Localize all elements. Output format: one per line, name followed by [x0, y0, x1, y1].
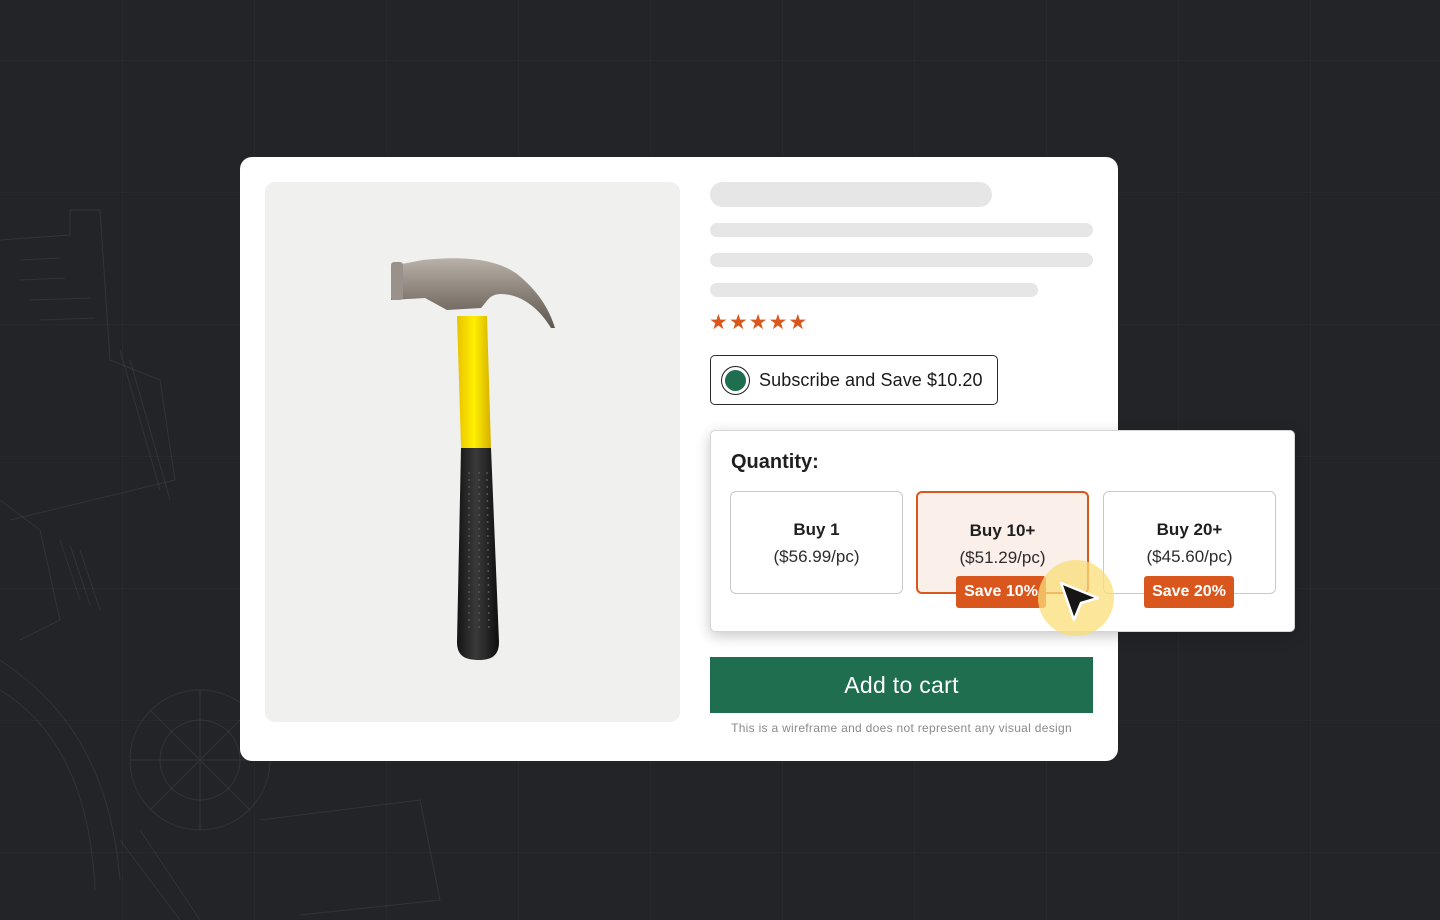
title-skeleton [710, 182, 992, 207]
description-skeleton-line [710, 223, 1093, 237]
radio-selected-dot [725, 369, 746, 391]
star-icon: ★ [748, 310, 768, 334]
add-to-cart-button[interactable]: Add to cart [710, 657, 1093, 713]
option-price: ($45.60/pc) [1146, 547, 1233, 566]
option-label: Buy 10+ [969, 521, 1036, 540]
save-10-badge: Save 10% [956, 576, 1046, 608]
star-icon: ★ [788, 310, 808, 334]
star-icon: ★ [709, 310, 728, 334]
hammer-image [391, 258, 555, 660]
save-20-badge: Save 20% [1144, 576, 1234, 608]
star-icon: ★ [728, 310, 748, 334]
star-icon: ★ [768, 310, 788, 334]
wireframe-disclaimer: This is a wireframe and does not represe… [731, 721, 1072, 735]
option-label: Buy 20+ [1156, 520, 1223, 539]
quantity-selector-popup: Quantity: Buy 1 ($56.99/pc) Buy 10+ ($51… [710, 430, 1295, 632]
description-skeleton-line [710, 253, 1093, 267]
mouse-pointer-icon [1059, 581, 1100, 622]
option-price: ($56.99/pc) [773, 547, 860, 566]
product-image-panel [265, 182, 680, 722]
description-skeleton-line [710, 283, 1038, 297]
quantity-title: Quantity: [731, 451, 819, 473]
subscribe-and-save-option[interactable]: Subscribe and Save $10.20 [710, 355, 998, 405]
subscribe-label: Subscribe and Save $10.20 [759, 369, 983, 390]
quantity-option-buy-1[interactable]: Buy 1 ($56.99/pc) [730, 491, 903, 594]
option-label: Buy 1 [793, 520, 840, 539]
radio-button[interactable] [721, 365, 750, 395]
rating-stars: ★ ★ ★ ★ ★ [709, 311, 807, 333]
